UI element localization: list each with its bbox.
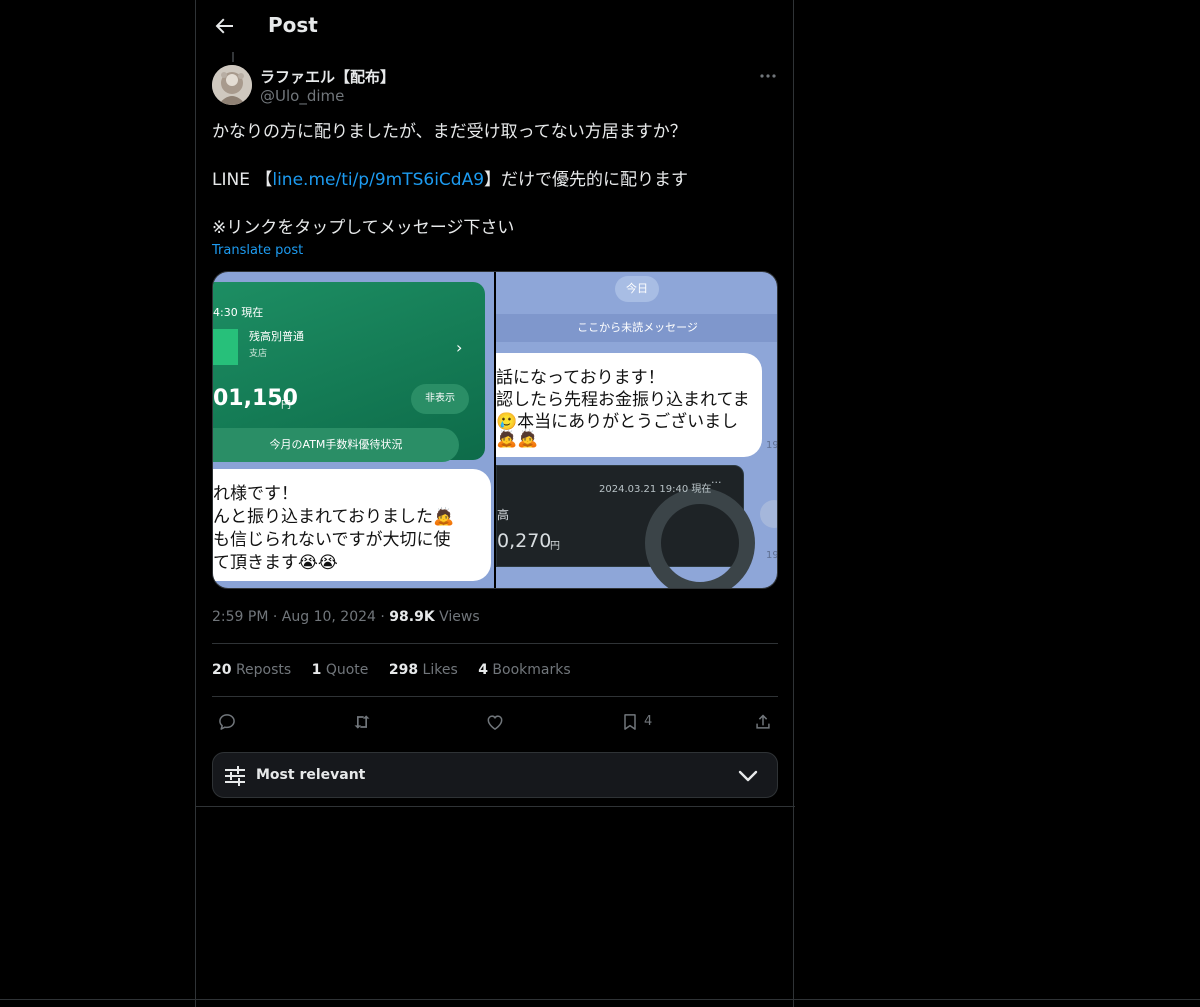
author-name[interactable]: ラファエル【配布】	[260, 66, 395, 87]
views-label: Views	[439, 609, 480, 625]
translate-post-link[interactable]: Translate post	[212, 243, 303, 258]
page-title: Post	[268, 13, 318, 37]
quotes-label: Quote	[325, 662, 369, 678]
bookmarks-label: Bookmarks	[492, 662, 571, 678]
likes-label: Likes	[422, 662, 458, 678]
post-text-prefix: LINE 【	[212, 170, 273, 190]
more-horizontal-icon	[760, 74, 776, 78]
bank-branch: 支店	[249, 349, 268, 359]
bank-color-block	[213, 329, 238, 365]
bubble-left-line-1: れ様です！	[213, 484, 298, 504]
bubble-left-line-2: んと振り込まれておりました🙇	[213, 507, 455, 527]
balance-card-currency: 円	[550, 541, 560, 552]
page-bottom-divider	[0, 999, 1200, 1000]
bookmarks-stat[interactable]: 4 Bookmarks	[478, 662, 570, 678]
unread-bar: ここから未読メッセージ	[496, 314, 777, 342]
bank-card: 4:30 現在 残高別普通 支店 › 01,150 円 非表示 今月のATM手数…	[213, 282, 485, 462]
bookmark-count: 4	[644, 714, 653, 729]
section-divider	[195, 806, 795, 807]
balance-card-more: ···	[711, 476, 722, 489]
like-button[interactable]	[485, 710, 505, 734]
today-pill: 今日	[615, 276, 659, 302]
reply-button[interactable]	[217, 710, 237, 734]
repost-button[interactable]	[352, 710, 372, 734]
bookmark-icon	[624, 714, 636, 730]
divider	[212, 696, 778, 697]
chat-time-2: 19:4	[766, 550, 778, 561]
post-text-line-2: LINE 【line.me/ti/p/9mTS6iCdA9】だけで優先的に配りま…	[212, 169, 688, 191]
bookmarks-count: 4	[478, 662, 488, 678]
post-text-line-3: ※リンクをタップしてメッセージ下さい	[212, 218, 515, 238]
repost-icon	[354, 715, 370, 729]
chat-share-icon	[760, 500, 777, 528]
bank-time: 4:30 現在	[213, 306, 264, 319]
back-button[interactable]	[212, 14, 236, 38]
bubble-right-line-4: 🙇🙇	[496, 429, 539, 449]
engagement-stats: 20 Reposts 1 Quote 298 Likes 4 Bookmarks	[212, 662, 587, 678]
sort-label: Most relevant	[256, 767, 366, 783]
chat-bubble-left: れ様です！ んと振り込まれておりました🙇 も信じられないですが大切に使 て頂きま…	[213, 469, 491, 581]
chevron-down-icon	[738, 770, 758, 782]
reposts-label: Reposts	[235, 662, 292, 678]
balance-card-amount: 0,270	[497, 530, 552, 552]
quotes-stat[interactable]: 1 Quote	[312, 662, 369, 678]
likes-count: 298	[388, 662, 419, 678]
reposts-count: 20	[212, 662, 232, 678]
avatar-image	[212, 65, 252, 105]
share-icon	[756, 714, 770, 729]
arrow-left-icon	[215, 18, 233, 34]
bank-hide-button: 非表示	[411, 384, 469, 414]
thread-line	[232, 52, 234, 62]
avatar[interactable]	[212, 65, 252, 105]
view-count: 98.9K	[389, 609, 435, 625]
post-media[interactable]: 4:30 現在 残高別普通 支店 › 01,150 円 非表示 今月のATM手数…	[212, 271, 778, 589]
balance-card-date: 2024.03.21 19:40 現在	[599, 484, 712, 495]
bookmark-button[interactable]: 4	[620, 710, 652, 734]
bubble-left-line-4: て頂きます😭😭	[213, 553, 338, 573]
post-meta: 2:59 PM · Aug 10, 2024 · 98.9K Views	[212, 609, 480, 625]
share-button[interactable]	[753, 710, 773, 734]
likes-stat[interactable]: 298 Likes	[389, 662, 458, 678]
bubble-left-line-3: も信じられないですが大切に使	[213, 530, 451, 550]
reply-icon	[219, 714, 235, 730]
bank-logo-icon	[645, 488, 755, 588]
quotes-count: 1	[311, 662, 322, 678]
reposts-stat[interactable]: 20 Reposts	[212, 662, 291, 678]
author-handle[interactable]: @Ulo_dime	[260, 87, 344, 105]
media-image-right[interactable]: 今日 ここから未読メッセージ 話になっております！ 認したら先程お金振り込まれて…	[496, 272, 778, 588]
sort-dropdown[interactable]: Most relevant	[212, 752, 778, 798]
chevron-right-icon: ›	[456, 338, 463, 357]
chat-time-1: 19	[766, 440, 778, 451]
meta-separator: ·	[272, 609, 278, 625]
header: Post	[196, 0, 795, 53]
divider	[212, 643, 778, 644]
media-image-left[interactable]: 4:30 現在 残高別普通 支店 › 01,150 円 非表示 今月のATM手数…	[213, 272, 494, 588]
balance-card-label: 高	[497, 508, 510, 522]
bank-account: 残高別普通	[249, 330, 304, 343]
post-text-suffix: 】だけで優先的に配ります	[484, 170, 689, 190]
post-column: Post ラファエル【配布】 @Ulo_dime かなりの方に配りましたが、まだ…	[195, 0, 794, 1007]
line-link[interactable]: line.me/ti/p/9mTS6iCdA9	[272, 170, 484, 190]
sliders-icon	[225, 766, 245, 786]
post-text-line-1: かなりの方に配りましたが、まだ受け取ってない方居ますか？	[212, 122, 687, 142]
post-date[interactable]: Aug 10, 2024	[282, 609, 376, 625]
bank-currency: 円	[281, 400, 291, 411]
bank-atm-button: 今月のATM手数料優待状況	[213, 428, 459, 462]
chat-bubble-right: 話になっております！ 認したら先程お金振り込まれてま 🥲本当にありがとうございま…	[496, 353, 762, 457]
heart-icon	[487, 715, 503, 730]
meta-separator: ·	[380, 609, 385, 625]
post-time[interactable]: 2:59 PM	[212, 609, 268, 625]
more-button[interactable]	[758, 66, 778, 86]
balance-card: 2024.03.21 19:40 現在 ··· 高 0,270 円	[496, 465, 755, 588]
